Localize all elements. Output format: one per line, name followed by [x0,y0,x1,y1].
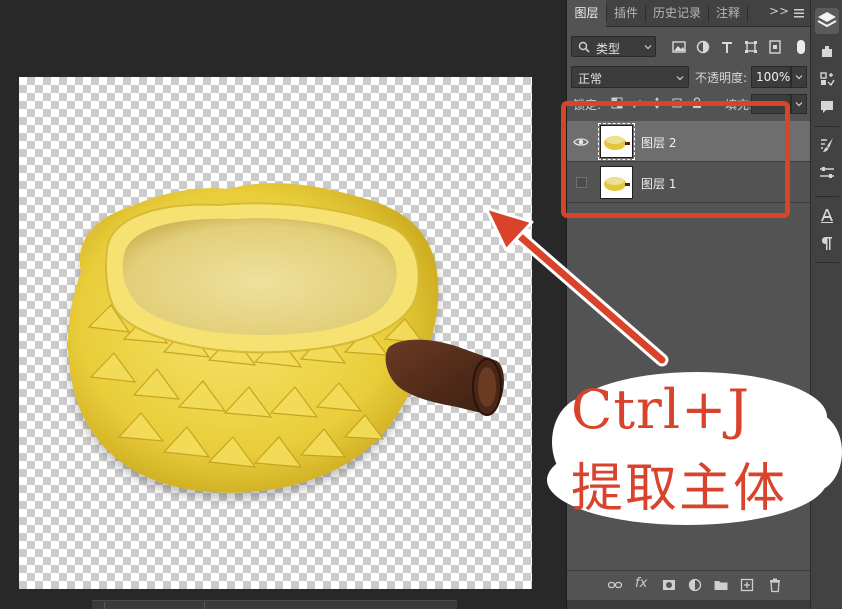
blend-mode-value: 正常 [578,72,603,86]
type-filter-icon[interactable] [719,39,735,55]
filter-toggle-switch[interactable] [797,40,805,54]
layers-panel-button[interactable] [815,8,839,34]
smart-object-filter-icon[interactable] [767,39,783,55]
scroll-segment [104,602,204,609]
character-icon[interactable] [818,206,836,224]
fx-icon[interactable]: fx [635,576,651,592]
horizontal-scrollbar[interactable] [92,600,457,609]
link-layers-icon[interactable] [607,577,623,593]
tab-separator [747,5,748,22]
layer-filter-row: 类型 [567,33,811,61]
adjustments-icon[interactable] [818,164,836,182]
opacity-label: 不透明度: [695,71,748,85]
chevron-down-icon [644,45,652,50]
filter-kind-select[interactable]: 类型 [571,36,656,57]
search-icon [578,41,590,53]
panel-tab-bar: 图层 插件 历史记录 注释 >> [567,0,811,27]
paragraph-icon[interactable] [818,234,836,252]
tab-layers[interactable]: 图层 [567,0,606,27]
opacity-input[interactable]: 100% [751,66,791,88]
brush-settings-icon[interactable] [818,136,836,154]
shortcut-callout: Ctrl+J 提取主体 [547,362,842,527]
document-canvas[interactable] [19,77,532,589]
panel-menu-icon[interactable] [791,5,807,21]
toolbar-separator [815,196,839,197]
plugins-icon[interactable] [818,42,836,60]
toolbar-separator [815,262,839,263]
photoshop-window: 图层 插件 历史记录 注释 >> 类型 正常 不透明度: 100% 锁定: 填充… [0,0,842,609]
scroll-segment [204,602,304,609]
image-filter-icon[interactable] [671,39,687,55]
shape-filter-icon[interactable] [743,39,759,55]
history-icon[interactable] [818,70,836,88]
canvas-workspace[interactable] [0,0,566,609]
more-tabs-button[interactable]: >> [769,4,789,18]
layers-icon [817,12,837,28]
new-group-icon[interactable] [713,577,729,593]
chevron-down-icon [795,102,803,107]
adjustment-layer-icon[interactable] [687,577,703,593]
durian-bowl-image [67,183,504,493]
adjustment-filter-icon[interactable] [695,39,711,55]
callout-action-text: 提取主体 [571,459,788,519]
delete-layer-icon[interactable] [767,577,783,593]
tab-notes[interactable]: 注释 [709,0,747,27]
layers-highlight-box [561,101,790,218]
add-mask-icon[interactable] [661,577,677,593]
toolbar-separator [815,126,839,127]
new-layer-icon[interactable] [739,577,755,593]
panel-bottom-strip [567,600,811,609]
opacity-dropdown[interactable] [791,66,807,88]
layers-panel-footer: fx [567,570,811,600]
tab-history[interactable]: 历史记录 [646,0,708,27]
fill-dropdown[interactable] [791,94,807,114]
blend-row: 正常 不透明度: 100% [567,64,811,90]
chevron-down-icon [676,76,684,81]
callout-shortcut-text: Ctrl+J [571,378,750,441]
filter-kind-label: 类型 [596,42,621,56]
blend-mode-select[interactable]: 正常 [571,66,689,88]
comments-icon[interactable] [818,98,836,116]
chevron-down-icon [795,75,803,80]
tab-plugins[interactable]: 插件 [607,0,645,27]
